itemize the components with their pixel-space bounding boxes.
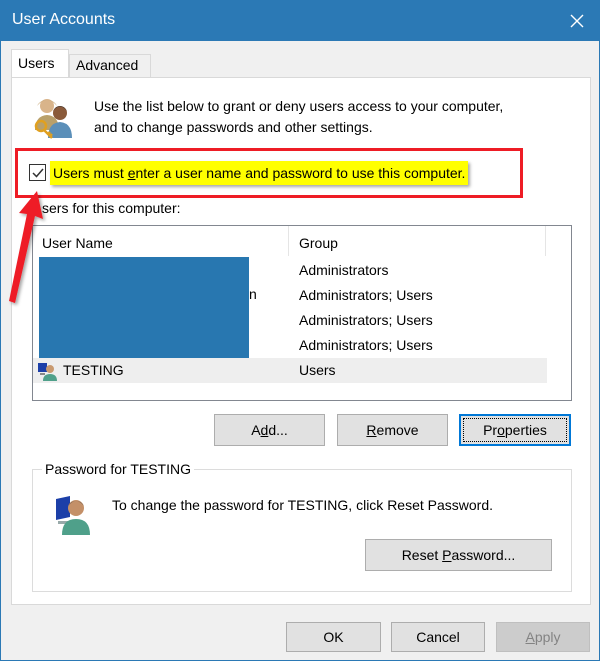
close-button[interactable] xyxy=(563,7,591,35)
cell-group: Administrators xyxy=(299,262,389,278)
intro-line-1: Use the list below to grant or deny user… xyxy=(94,98,504,114)
redacted-name-tail: n xyxy=(249,286,257,302)
user-computer-icon xyxy=(56,496,90,535)
ok-button[interactable]: OK xyxy=(286,622,381,652)
btn-accel: A xyxy=(525,629,535,645)
add-button[interactable]: Add... xyxy=(214,414,325,446)
password-instructions: To change the password for TESTING, clic… xyxy=(112,497,494,513)
btn-pre: A xyxy=(251,422,261,438)
close-icon xyxy=(570,14,584,28)
redaction-block xyxy=(39,257,249,358)
table-row-selected[interactable]: TESTING Users xyxy=(33,358,547,383)
btn-post: assword... xyxy=(451,547,516,563)
intro-text: Use the list below to grant or deny user… xyxy=(94,96,584,138)
btn-accel: R xyxy=(366,422,377,438)
btn-post: pply xyxy=(534,629,561,645)
remove-button[interactable]: Remove xyxy=(337,414,448,446)
focus-rect xyxy=(463,418,567,442)
cell-group: Administrators; Users xyxy=(299,312,433,328)
users-listview[interactable]: User Name Group Administrators Administr… xyxy=(32,225,572,401)
label-pre: Users must xyxy=(53,165,128,181)
btn-post: emove xyxy=(376,422,419,438)
title-bar: User Accounts xyxy=(1,1,599,41)
properties-button[interactable]: Properties xyxy=(459,414,571,446)
cancel-button[interactable]: Cancel xyxy=(391,622,485,652)
apply-button[interactable]: Apply xyxy=(496,622,590,652)
users-list-label: sers for this computer: xyxy=(42,200,181,216)
btn-post: d... xyxy=(268,422,288,438)
column-header-group[interactable]: Group xyxy=(290,226,546,256)
tab-users[interactable]: Users xyxy=(11,49,69,77)
password-groupbox xyxy=(32,469,572,592)
user-computer-icon xyxy=(38,363,57,381)
btn-pre: Reset xyxy=(401,547,443,563)
users-tab-panel: Use the list below to grant or deny user… xyxy=(11,77,591,605)
cell-group: Users xyxy=(299,362,336,378)
require-password-label[interactable]: Users must enter a user name and passwor… xyxy=(50,161,469,185)
reset-password-button[interactable]: Reset Password... xyxy=(365,539,552,571)
list-header: User Name Group xyxy=(33,226,571,256)
user-accounts-dialog: User Accounts Users Advanced Use the lis… xyxy=(0,0,600,661)
password-groupbox-title: Password for TESTING xyxy=(42,461,195,477)
cell-user-name: TESTING xyxy=(63,362,124,378)
tab-advanced[interactable]: Advanced xyxy=(69,54,151,77)
intro-line-2: and to change passwords and other settin… xyxy=(94,119,373,135)
column-header-user-name[interactable]: User Name xyxy=(33,226,289,256)
label-post: nter a user name and password to use thi… xyxy=(135,165,466,181)
cell-group: Administrators; Users xyxy=(299,287,433,303)
btn-accel: P xyxy=(442,547,452,563)
cell-group: Administrators; Users xyxy=(299,337,433,353)
